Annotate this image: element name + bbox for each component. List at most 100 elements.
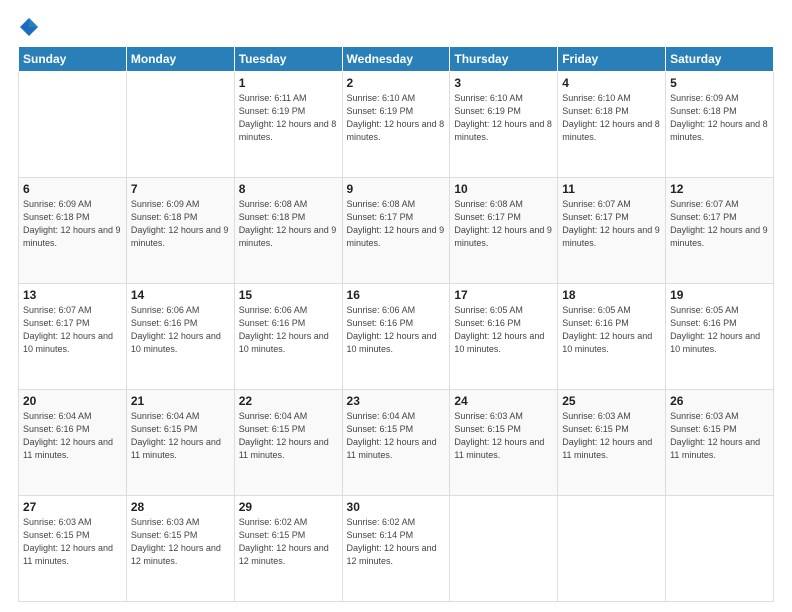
col-header-tuesday: Tuesday [234,47,342,72]
day-info: Sunrise: 6:09 AM Sunset: 6:18 PM Dayligh… [23,198,122,250]
day-number: 14 [131,288,230,302]
day-info: Sunrise: 6:10 AM Sunset: 6:18 PM Dayligh… [562,92,661,144]
day-info: Sunrise: 6:04 AM Sunset: 6:16 PM Dayligh… [23,410,122,462]
calendar-cell [558,496,666,602]
day-number: 10 [454,182,553,196]
day-info: Sunrise: 6:03 AM Sunset: 6:15 PM Dayligh… [562,410,661,462]
day-number: 16 [347,288,446,302]
day-info: Sunrise: 6:10 AM Sunset: 6:19 PM Dayligh… [347,92,446,144]
calendar-cell: 19 Sunrise: 6:05 AM Sunset: 6:16 PM Dayli… [666,284,774,390]
header [18,16,774,38]
day-number: 18 [562,288,661,302]
calendar-cell: 28 Sunrise: 6:03 AM Sunset: 6:15 PM Dayli… [126,496,234,602]
day-number: 8 [239,182,338,196]
day-info: Sunrise: 6:07 AM Sunset: 6:17 PM Dayligh… [562,198,661,250]
calendar-cell: 4 Sunrise: 6:10 AM Sunset: 6:18 PM Daylig… [558,72,666,178]
calendar-cell: 25 Sunrise: 6:03 AM Sunset: 6:15 PM Dayli… [558,390,666,496]
day-info: Sunrise: 6:05 AM Sunset: 6:16 PM Dayligh… [562,304,661,356]
calendar-cell: 9Sunrise: 6:08 AM Sunset: 6:17 PM Daylig… [342,178,450,284]
calendar-cell: 24 Sunrise: 6:03 AM Sunset: 6:15 PM Dayli… [450,390,558,496]
day-number: 21 [131,394,230,408]
calendar-week-row: 13 Sunrise: 6:07 AM Sunset: 6:17 PM Dayli… [19,284,774,390]
day-info: Sunrise: 6:08 AM Sunset: 6:17 PM Dayligh… [347,198,446,250]
col-header-wednesday: Wednesday [342,47,450,72]
day-number: 29 [239,500,338,514]
day-number: 25 [562,394,661,408]
calendar-cell: 22Sunrise: 6:04 AM Sunset: 6:15 PM Dayli… [234,390,342,496]
col-header-sunday: Sunday [19,47,127,72]
day-number: 23 [347,394,446,408]
day-info: Sunrise: 6:03 AM Sunset: 6:15 PM Dayligh… [454,410,553,462]
day-info: Sunrise: 6:07 AM Sunset: 6:17 PM Dayligh… [23,304,122,356]
calendar-cell: 26 Sunrise: 6:03 AM Sunset: 6:15 PM Dayli… [666,390,774,496]
calendar-cell: 1Sunrise: 6:11 AM Sunset: 6:19 PM Daylig… [234,72,342,178]
calendar-cell: 10Sunrise: 6:08 AM Sunset: 6:17 PM Dayli… [450,178,558,284]
day-number: 12 [670,182,769,196]
calendar-table: SundayMondayTuesdayWednesdayThursdayFrid… [18,46,774,602]
day-info: Sunrise: 6:02 AM Sunset: 6:14 PM Dayligh… [347,516,446,568]
calendar-cell: 16 Sunrise: 6:06 AM Sunset: 6:16 PM Dayli… [342,284,450,390]
calendar-cell: 29 Sunrise: 6:02 AM Sunset: 6:15 PM Dayli… [234,496,342,602]
day-number: 15 [239,288,338,302]
calendar-week-row: 20 Sunrise: 6:04 AM Sunset: 6:16 PM Dayli… [19,390,774,496]
calendar-cell: 5 Sunrise: 6:09 AM Sunset: 6:18 PM Daylig… [666,72,774,178]
day-info: Sunrise: 6:05 AM Sunset: 6:16 PM Dayligh… [454,304,553,356]
calendar-cell: 13 Sunrise: 6:07 AM Sunset: 6:17 PM Dayli… [19,284,127,390]
calendar-cell: 2 Sunrise: 6:10 AM Sunset: 6:19 PM Daylig… [342,72,450,178]
day-number: 19 [670,288,769,302]
calendar-week-row: 6 Sunrise: 6:09 AM Sunset: 6:18 PM Daylig… [19,178,774,284]
day-info: Sunrise: 6:03 AM Sunset: 6:15 PM Dayligh… [131,516,230,568]
calendar-cell: 15Sunrise: 6:06 AM Sunset: 6:16 PM Dayli… [234,284,342,390]
day-number: 7 [131,182,230,196]
col-header-thursday: Thursday [450,47,558,72]
day-number: 17 [454,288,553,302]
calendar-cell: 30 Sunrise: 6:02 AM Sunset: 6:14 PM Dayli… [342,496,450,602]
day-number: 24 [454,394,553,408]
day-info: Sunrise: 6:05 AM Sunset: 6:16 PM Dayligh… [670,304,769,356]
day-number: 13 [23,288,122,302]
day-number: 30 [347,500,446,514]
calendar-cell [450,496,558,602]
page: SundayMondayTuesdayWednesdayThursdayFrid… [0,0,792,612]
calendar-cell: 14 Sunrise: 6:06 AM Sunset: 6:16 PM Dayli… [126,284,234,390]
day-info: Sunrise: 6:06 AM Sunset: 6:16 PM Dayligh… [131,304,230,356]
day-info: Sunrise: 6:09 AM Sunset: 6:18 PM Dayligh… [131,198,230,250]
day-number: 5 [670,76,769,90]
calendar-cell: 11Sunrise: 6:07 AM Sunset: 6:17 PM Dayli… [558,178,666,284]
day-number: 26 [670,394,769,408]
day-number: 4 [562,76,661,90]
calendar-week-row: 1Sunrise: 6:11 AM Sunset: 6:19 PM Daylig… [19,72,774,178]
calendar-cell: 20 Sunrise: 6:04 AM Sunset: 6:16 PM Dayli… [19,390,127,496]
day-number: 20 [23,394,122,408]
calendar-cell: 18 Sunrise: 6:05 AM Sunset: 6:16 PM Dayli… [558,284,666,390]
calendar-cell: 23 Sunrise: 6:04 AM Sunset: 6:15 PM Dayli… [342,390,450,496]
day-info: Sunrise: 6:11 AM Sunset: 6:19 PM Dayligh… [239,92,338,144]
calendar-cell [19,72,127,178]
day-info: Sunrise: 6:06 AM Sunset: 6:16 PM Dayligh… [347,304,446,356]
day-info: Sunrise: 6:03 AM Sunset: 6:15 PM Dayligh… [23,516,122,568]
col-header-monday: Monday [126,47,234,72]
logo [18,16,40,38]
calendar-cell: 6 Sunrise: 6:09 AM Sunset: 6:18 PM Daylig… [19,178,127,284]
calendar-cell [666,496,774,602]
day-number: 3 [454,76,553,90]
calendar-cell: 17 Sunrise: 6:05 AM Sunset: 6:16 PM Dayli… [450,284,558,390]
day-info: Sunrise: 6:09 AM Sunset: 6:18 PM Dayligh… [670,92,769,144]
calendar-cell: 8Sunrise: 6:08 AM Sunset: 6:18 PM Daylig… [234,178,342,284]
calendar-cell: 27Sunrise: 6:03 AM Sunset: 6:15 PM Dayli… [19,496,127,602]
col-header-friday: Friday [558,47,666,72]
calendar-week-row: 27Sunrise: 6:03 AM Sunset: 6:15 PM Dayli… [19,496,774,602]
day-info: Sunrise: 6:07 AM Sunset: 6:17 PM Dayligh… [670,198,769,250]
day-info: Sunrise: 6:03 AM Sunset: 6:15 PM Dayligh… [670,410,769,462]
day-number: 6 [23,182,122,196]
day-number: 28 [131,500,230,514]
calendar-cell: 7 Sunrise: 6:09 AM Sunset: 6:18 PM Daylig… [126,178,234,284]
day-number: 22 [239,394,338,408]
calendar-cell: 3Sunrise: 6:10 AM Sunset: 6:19 PM Daylig… [450,72,558,178]
day-info: Sunrise: 6:04 AM Sunset: 6:15 PM Dayligh… [347,410,446,462]
day-number: 2 [347,76,446,90]
day-info: Sunrise: 6:02 AM Sunset: 6:15 PM Dayligh… [239,516,338,568]
col-header-saturday: Saturday [666,47,774,72]
calendar-header-row: SundayMondayTuesdayWednesdayThursdayFrid… [19,47,774,72]
calendar-cell: 12 Sunrise: 6:07 AM Sunset: 6:17 PM Dayli… [666,178,774,284]
